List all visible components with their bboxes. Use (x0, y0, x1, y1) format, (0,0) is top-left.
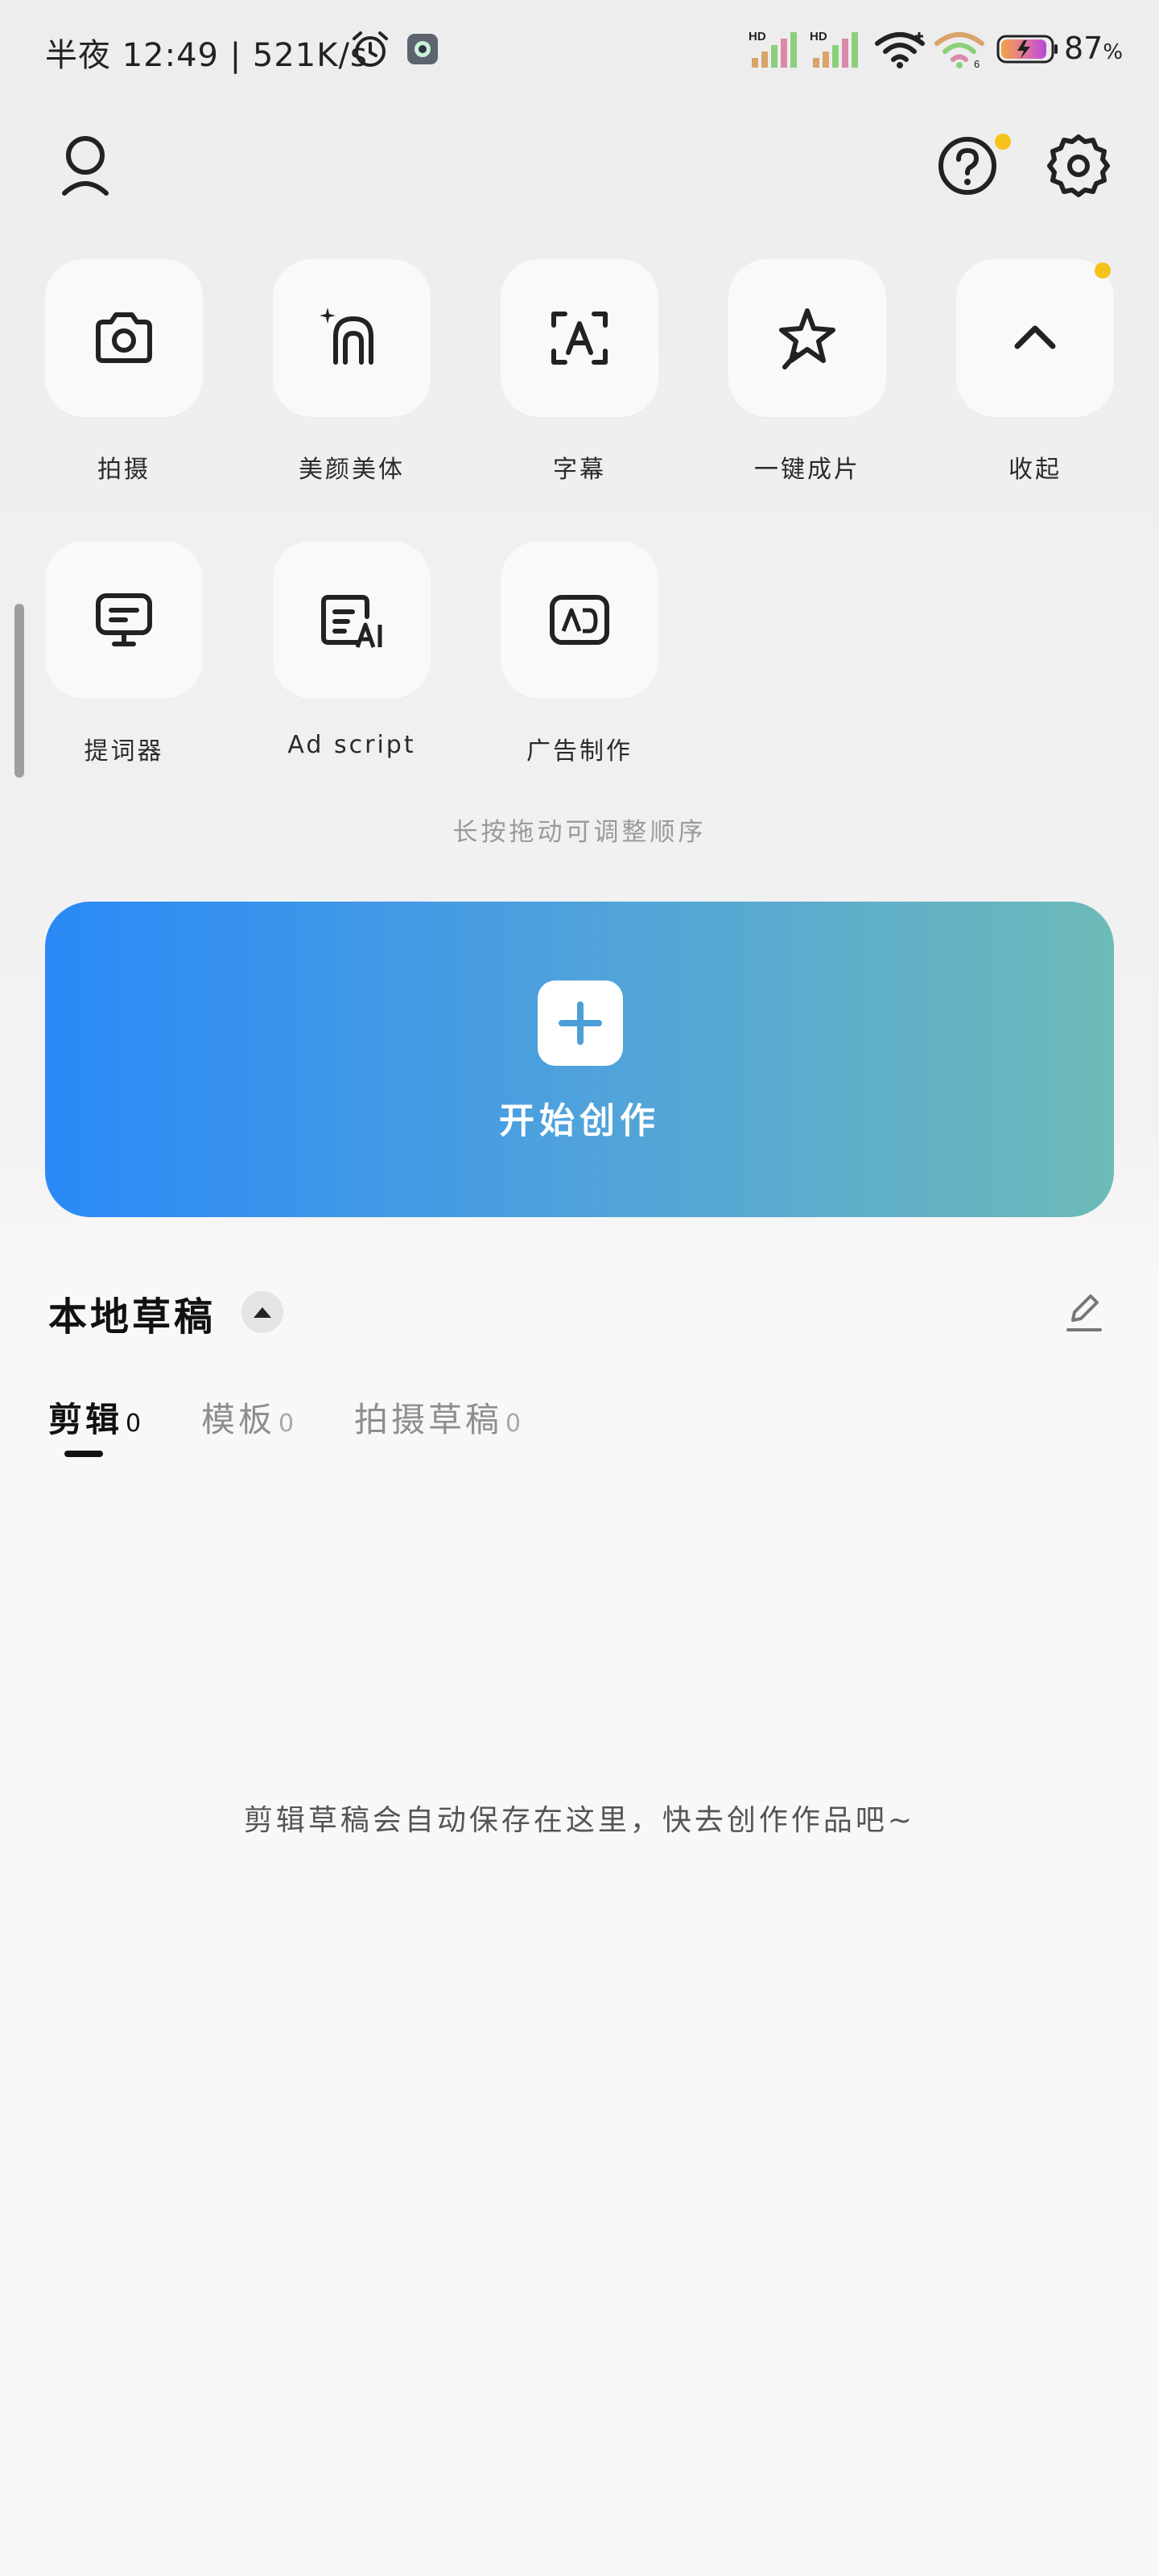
tool-collapse[interactable]: 收起 (956, 259, 1114, 484)
drafts-title: 本地草稿 (48, 1294, 217, 1340)
start-create-label: 开始创作 (499, 1100, 660, 1141)
tool-one-click-label: 一键成片 (754, 456, 860, 484)
help-button[interactable] (935, 134, 1000, 198)
tab-template-label: 模板 (201, 1400, 276, 1439)
hd-signal-icon: HD (810, 29, 861, 69)
tool-beauty-tile[interactable] (273, 259, 431, 417)
tool-ad-maker[interactable]: 广告制作 (501, 541, 658, 766)
edit-drafts-button[interactable] (1059, 1288, 1107, 1336)
collapse-notification-dot (1095, 262, 1111, 279)
tool-subtitle-label: 字幕 (553, 456, 606, 484)
tool-camera-label: 拍摄 (97, 456, 151, 484)
tab-template[interactable]: 模板 0 (201, 1393, 294, 1442)
triangle-up-icon (252, 1305, 273, 1319)
tool-ad-maker-label: 广告制作 (526, 737, 633, 766)
camera-icon (90, 304, 158, 372)
tool-ad-script-tile[interactable] (273, 541, 431, 699)
ai-script-icon (316, 586, 388, 654)
tab-edit-label: 剪辑 (48, 1400, 123, 1439)
tool-subtitle[interactable]: 字幕 (501, 259, 658, 484)
tool-teleprompter[interactable]: 提词器 (45, 541, 203, 766)
tool-camera[interactable]: 拍摄 (45, 259, 203, 484)
tab-edit[interactable]: 剪辑 0 (48, 1393, 141, 1442)
magic-star-icon (773, 304, 841, 372)
tool-ad-script-label: Ad script (287, 731, 416, 759)
tool-camera-tile[interactable] (45, 259, 203, 417)
tab-shoot-drafts-count: 0 (505, 1410, 522, 1438)
battery-percent-value: 87 (1064, 31, 1103, 66)
help-notification-dot (995, 134, 1011, 150)
status-bar: 半夜 12:49 | 521K/s HD HD 6 87% (0, 0, 1159, 97)
subtitle-icon (546, 304, 613, 372)
tab-template-count: 0 (278, 1410, 295, 1438)
wifi-6-icon: 6 (934, 29, 987, 69)
app-notification-icon (406, 32, 439, 66)
teleprompter-icon (90, 586, 158, 654)
alarm-icon (349, 29, 391, 71)
svg-text:HD: HD (749, 30, 766, 43)
tool-teleprompter-label: 提词器 (84, 737, 164, 766)
edit-icon (1063, 1290, 1103, 1335)
empty-drafts-message: 剪辑草稿会自动保存在这里，快去创作作品吧~ (243, 1804, 916, 1837)
battery-percent: 87% (1064, 31, 1123, 66)
tool-ad-script[interactable]: Ad script (273, 541, 431, 759)
plus-icon (559, 1001, 602, 1045)
drafts-collapse-toggle[interactable] (241, 1291, 283, 1333)
scroll-indicator[interactable] (14, 604, 24, 778)
help-icon (937, 135, 998, 196)
battery-charging-icon (996, 34, 1059, 64)
start-create-button[interactable]: 开始创作 (45, 902, 1114, 1217)
ad-maker-icon (546, 586, 613, 654)
tool-one-click-tile[interactable] (728, 259, 886, 417)
profile-button[interactable] (53, 134, 118, 198)
svg-text:6: 6 (974, 58, 980, 69)
profile-icon (60, 134, 111, 198)
svg-text:HD: HD (810, 30, 827, 43)
wifi-icon (874, 29, 927, 69)
tool-subtitle-tile[interactable] (501, 259, 658, 417)
beauty-icon (318, 304, 386, 372)
chevron-up-icon (1011, 314, 1059, 362)
active-tab-indicator (64, 1451, 103, 1457)
settings-button[interactable] (1046, 134, 1111, 198)
tool-one-click[interactable]: 一键成片 (728, 259, 886, 484)
tab-shoot-drafts[interactable]: 拍摄草稿 0 (354, 1393, 521, 1442)
app-screen: 半夜 12:49 | 521K/s HD HD 6 87% 拍摄 美颜美体 字幕… (0, 0, 1159, 2576)
status-time: 半夜 12:49 | 521K/s (45, 37, 368, 74)
settings-icon (1046, 134, 1111, 198)
tool-collapse-tile[interactable] (956, 259, 1114, 417)
reorder-hint: 长按拖动可调整顺序 (452, 818, 707, 847)
tool-beauty[interactable]: 美颜美体 (273, 259, 431, 484)
tab-shoot-drafts-label: 拍摄草稿 (354, 1400, 503, 1439)
tool-collapse-label: 收起 (1008, 456, 1062, 484)
hd-signal-icon: HD (749, 29, 800, 69)
tool-ad-maker-tile[interactable] (501, 541, 658, 699)
tool-teleprompter-tile[interactable] (45, 541, 203, 699)
tool-beauty-label: 美颜美体 (299, 456, 405, 484)
battery-percent-unit: % (1103, 40, 1124, 64)
tab-edit-count: 0 (126, 1410, 142, 1438)
plus-tile (538, 980, 623, 1066)
